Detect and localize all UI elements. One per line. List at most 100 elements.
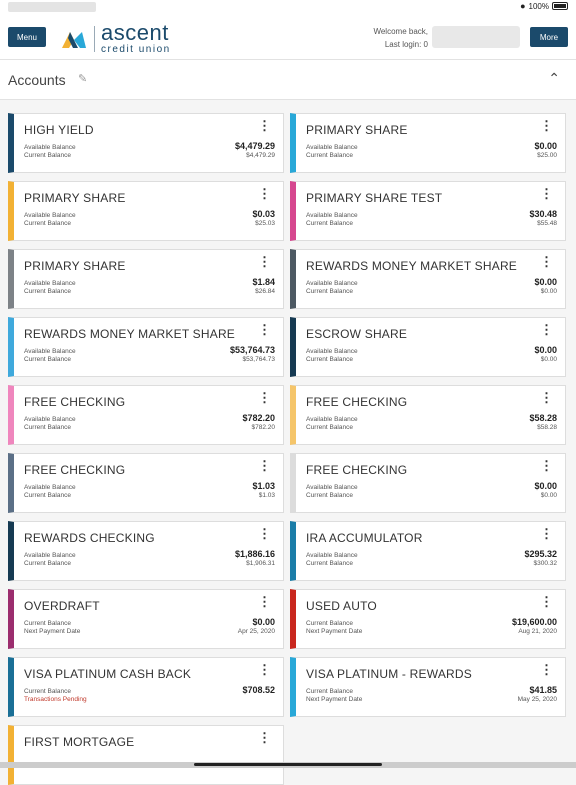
kebab-menu-icon[interactable]: ⋮ — [258, 527, 271, 540]
account-card[interactable]: FREE CHECKING⋮Available Balance$0.00Curr… — [290, 453, 566, 513]
balance-row-secondary: Current Balance$25.00 — [306, 152, 557, 159]
balance-row-primary: Available Balance$0.00 — [306, 141, 557, 151]
kebab-menu-icon[interactable]: ⋮ — [540, 663, 553, 676]
balance-row-secondary: Next Payment DateAug 21, 2020 — [306, 628, 557, 635]
balance-row-primary: Available Balance$1,886.16 — [24, 549, 275, 559]
kebab-menu-icon[interactable]: ⋮ — [258, 187, 271, 200]
logo-subtitle: credit union — [101, 45, 171, 55]
balance-label: Available Balance — [24, 280, 76, 287]
balance-row-primary: Available Balance$1.84 — [24, 277, 275, 287]
balance-row-primary: Current Balance$0.00 — [24, 617, 275, 627]
logo-text: ascent credit union — [101, 22, 171, 55]
secondary-label: Current Balance — [24, 288, 71, 295]
secondary-value: $300.32 — [534, 560, 558, 567]
balance-value: $0.00 — [534, 345, 557, 355]
account-card[interactable]: PRIMARY SHARE⋮Available Balance$0.00Curr… — [290, 113, 566, 173]
account-card[interactable]: PRIMARY SHARE TEST⋮ Available Balance$30.… — [290, 181, 566, 241]
balance-value: $782.20 — [242, 413, 275, 423]
kebab-menu-icon[interactable]: ⋮ — [540, 119, 553, 132]
secondary-label: Current Balance — [306, 560, 353, 567]
secondary-label: Current Balance — [24, 152, 71, 159]
kebab-menu-icon[interactable]: ⋮ — [258, 255, 271, 268]
balance-value: $0.00 — [534, 141, 557, 151]
balance-value: $295.32 — [524, 549, 557, 559]
balance-row-secondary: Current Balance$55.48 — [306, 220, 557, 227]
balance-row-primary: Available Balance$30.48 — [306, 209, 557, 219]
account-card[interactable]: PRIMARY SHARE⋮Available Balance$0.03Curr… — [8, 181, 284, 241]
account-name: ESCROW SHARE — [306, 327, 557, 341]
account-name: HIGH YIELD — [24, 123, 275, 137]
balance-value: $19,600.00 — [512, 617, 557, 627]
secondary-label: Current Balance — [306, 424, 353, 431]
status-time-blurred — [8, 2, 96, 12]
secondary-value: $26.84 — [255, 288, 275, 295]
kebab-menu-icon[interactable]: ⋮ — [540, 187, 553, 200]
kebab-menu-icon[interactable]: ⋮ — [540, 527, 553, 540]
kebab-menu-icon[interactable]: ⋮ — [540, 459, 553, 472]
kebab-menu-icon[interactable]: ⋮ — [540, 595, 553, 608]
account-card[interactable]: FREE CHECKING⋮Available Balance$1.03Curr… — [8, 453, 284, 513]
balance-row-primary: Available Balance $0.03 — [24, 209, 275, 219]
balance-row-primary: Available Balance$53,764.73 — [24, 345, 275, 355]
balance-label: Available Balance — [24, 212, 76, 219]
kebab-menu-icon[interactable]: ⋮ — [258, 459, 271, 472]
secondary-value: $1,906.31 — [246, 560, 275, 567]
kebab-menu-icon[interactable]: ⋮ — [258, 323, 271, 336]
account-name: REWARDS CHECKING — [24, 531, 275, 545]
home-indicator[interactable] — [194, 763, 382, 766]
account-card[interactable]: IRA ACCUMULATOR⋮Available Balance$295.32… — [290, 521, 566, 581]
secondary-label: Next Payment Date — [306, 628, 362, 635]
kebab-menu-icon[interactable]: ⋮ — [258, 391, 271, 404]
last-login-text: Last login: 0 — [373, 39, 428, 52]
more-button[interactable]: More — [530, 27, 568, 47]
accounts-section-header[interactable]: Accounts ✎ ⌃ — [0, 60, 576, 100]
account-card[interactable]: VISA PLATINUM CASH BACK⋮Current Balance$… — [8, 657, 284, 717]
kebab-menu-icon[interactable]: ⋮ — [258, 731, 271, 744]
account-card[interactable]: FREE CHECKING⋮Available Balance$58.28Cur… — [290, 385, 566, 445]
balance-row-secondary: Current Balance$0.00 — [306, 356, 557, 363]
kebab-menu-icon[interactable]: ⋮ — [540, 323, 553, 336]
account-card[interactable]: REWARDS CHECKING⋮ Available Balance$1,886… — [8, 521, 284, 581]
account-card[interactable]: USED AUTO⋮Current Balance$19,600.00Next … — [290, 589, 566, 649]
kebab-menu-icon[interactable]: ⋮ — [258, 119, 271, 132]
account-card[interactable]: PRIMARY SHARE⋮Available Balance$1.84Curr… — [8, 249, 284, 309]
secondary-label: Next Payment Date — [306, 696, 362, 703]
secondary-value: May 25, 2020 — [518, 696, 557, 703]
balance-label: Available Balance — [306, 348, 358, 355]
balance-row-primary: Available Balance$1.03 — [24, 481, 275, 491]
welcome-text: Welcome back, — [373, 26, 428, 39]
secondary-value: $1.03 — [259, 492, 275, 499]
kebab-menu-icon[interactable]: ⋮ — [258, 663, 271, 676]
balance-row-secondary: Current Balance $26.84 — [24, 288, 275, 295]
account-card[interactable]: VISA PLATINUM - REWARDS⋮Current Balance$… — [290, 657, 566, 717]
balance-value: $0.03 — [252, 209, 275, 219]
kebab-menu-icon[interactable]: ⋮ — [540, 255, 553, 268]
app-header: Menu ascent credit union Welcome back, L… — [0, 14, 576, 60]
balance-value: $1,886.16 — [235, 549, 275, 559]
account-name: OVERDRAFT — [24, 599, 275, 613]
menu-button[interactable]: Menu — [8, 27, 46, 47]
account-name: PRIMARY SHARE TEST — [306, 191, 557, 205]
balance-row-secondary: Current Balance$25.03 — [24, 220, 275, 227]
account-card[interactable]: OVERDRAFT⋮Current Balance$0.00Next Payme… — [8, 589, 284, 649]
account-card[interactable]: REWARDS MONEY MARKET SHARE⋮Available Bal… — [290, 249, 566, 309]
account-name: FREE CHECKING — [24, 463, 275, 477]
secondary-label: Current Balance — [24, 424, 71, 431]
balance-label: Available Balance — [24, 416, 76, 423]
balance-row-secondary: Current Balance$53,764.73 — [24, 356, 275, 363]
secondary-value: Apr 25, 2020 — [238, 628, 275, 635]
pencil-icon[interactable]: ✎ — [78, 72, 87, 85]
account-card[interactable]: FIRST MORTGAGE⋮ — [8, 725, 284, 785]
kebab-menu-icon[interactable]: ⋮ — [258, 595, 271, 608]
balance-row-primary: Current Balance$41.85 — [306, 685, 557, 695]
chevron-up-icon[interactable]: ⌃ — [548, 70, 560, 87]
kebab-menu-icon[interactable]: ⋮ — [540, 391, 553, 404]
account-card[interactable]: FREE CHECKING⋮Available Balance$782.20Cu… — [8, 385, 284, 445]
balance-label: Available Balance — [306, 416, 358, 423]
account-name: VISA PLATINUM CASH BACK — [24, 667, 275, 681]
account-card[interactable]: HIGH YIELD⋮Available Balance$4,479.29Cur… — [8, 113, 284, 173]
account-card[interactable]: REWARDS MONEY MARKET SHARE⋮Available Bal… — [8, 317, 284, 377]
account-card[interactable]: ESCROW SHARE⋮ Available Balance $0.00Curre… — [290, 317, 566, 377]
secondary-value: $0.00 — [541, 288, 557, 295]
balance-row-primary: Available Balance $782.20 — [24, 413, 275, 423]
